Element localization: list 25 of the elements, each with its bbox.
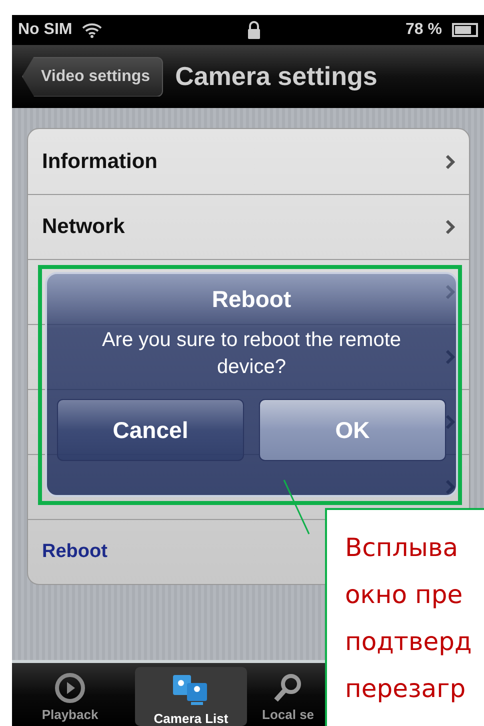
callout-text: окно пре bbox=[345, 579, 464, 611]
callout-text: подтверд bbox=[345, 626, 473, 658]
battery-icon bbox=[452, 23, 478, 37]
tab-item[interactable]: Playback bbox=[14, 667, 126, 726]
chevron-icon bbox=[445, 219, 455, 235]
battery-percent: 78 % bbox=[406, 21, 442, 39]
play-circle-icon bbox=[55, 673, 85, 703]
back-button[interactable]: Video settings bbox=[22, 56, 164, 96]
search-icon bbox=[273, 673, 304, 703]
alert-message: Are you sure to reboot the remote device? bbox=[100, 328, 402, 380]
lock-icon bbox=[246, 21, 261, 39]
tab-item[interactable]: Local se bbox=[256, 667, 320, 726]
carrier-text: No SIM bbox=[18, 21, 72, 39]
callout-text: Всплыва bbox=[345, 532, 460, 564]
settings-row-label[interactable]: Network bbox=[42, 215, 125, 239]
callout-text: перезагр bbox=[345, 673, 467, 705]
chevron-icon bbox=[445, 154, 455, 170]
tab-item[interactable]: Camera List bbox=[135, 667, 247, 726]
alert-button[interactable]: Cancel bbox=[57, 399, 244, 461]
settings-row-label[interactable]: Reboot bbox=[42, 541, 108, 563]
alert-title: Reboot bbox=[212, 286, 292, 313]
nav-title: Camera settings bbox=[175, 61, 378, 92]
wifi-icon bbox=[82, 22, 102, 38]
leader-line bbox=[283, 480, 310, 534]
settings-row-label[interactable]: Information bbox=[42, 150, 158, 174]
